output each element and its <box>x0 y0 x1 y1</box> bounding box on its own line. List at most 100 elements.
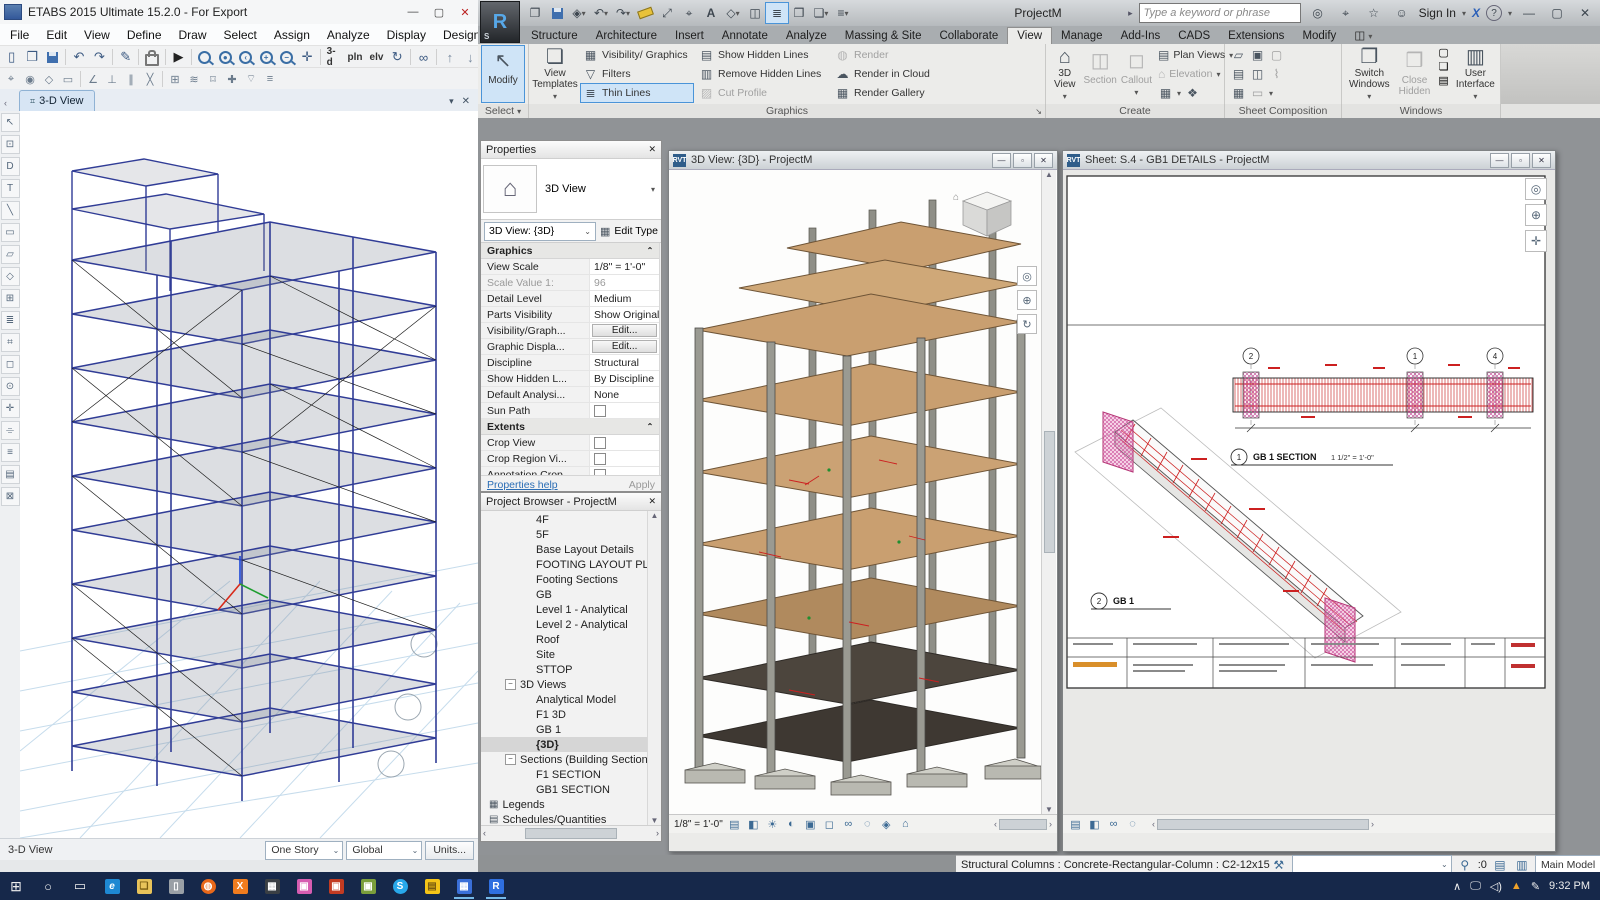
tab-views-icon[interactable]: ▢ <box>1436 46 1450 59</box>
menu-analyze[interactable]: Analyze <box>327 28 370 42</box>
tab-close-icon[interactable]: ✕ <box>462 96 470 107</box>
tab-insert[interactable]: Insert <box>666 28 713 44</box>
task-view-button[interactable]: ▭ <box>67 873 93 899</box>
cascade-icon[interactable]: ▤ <box>1436 74 1450 87</box>
zoom-previous-icon[interactable]: ‹ <box>236 48 255 67</box>
edit-type-button[interactable]: Edit Type <box>614 225 658 237</box>
browser-item[interactable]: Analytical Model <box>481 692 647 707</box>
browser-hscrollbar[interactable]: ‹› <box>481 825 661 840</box>
draw-wall-icon[interactable]: ≣ <box>1 311 20 330</box>
options-icon[interactable]: ≡ <box>261 70 279 89</box>
view3d-vscrollbar[interactable]: ▲▼ <box>1041 170 1056 814</box>
undo-icon[interactable]: ↶ <box>69 48 88 67</box>
windows-panel-label[interactable]: Windows <box>1342 104 1501 118</box>
schedules-button[interactable]: ▦▾❖ <box>1156 84 1220 102</box>
shadows-icon[interactable]: ◐ <box>784 817 799 831</box>
render-in-cloud-button[interactable]: ☁Render in Cloud <box>833 65 951 83</box>
visual-style-icon[interactable]: ◧ <box>1087 817 1102 831</box>
menu-assign[interactable]: Assign <box>274 28 310 42</box>
menu-draw[interactable]: Draw <box>179 28 207 42</box>
draw-pencil-icon[interactable]: ✎ <box>116 48 135 67</box>
zoom-all-icon[interactable]: ● <box>216 48 235 67</box>
draw-link-icon[interactable]: ✛ <box>1 399 20 418</box>
draw-section-icon[interactable]: ▤ <box>1 465 20 484</box>
draw-text-icon[interactable]: T <box>1 179 20 198</box>
tab-architecture[interactable]: Architecture <box>587 28 666 44</box>
graphics-panel-label[interactable]: Graphics↘ <box>529 104 1046 118</box>
etabs-close-button[interactable]: ✕ <box>452 3 478 21</box>
collapse-icon[interactable]: − <box>505 679 516 690</box>
prop-value[interactable]: Structural <box>589 355 659 370</box>
browser-item-3d-current[interactable]: {3D} <box>481 737 647 752</box>
draw-rect-area-icon[interactable]: ◻ <box>1 355 20 374</box>
menu-design[interactable]: Design <box>443 28 480 42</box>
run-analysis-icon[interactable]: ▶ <box>169 48 188 67</box>
revit-close-button[interactable]: ✕ <box>1574 3 1596 23</box>
snap-parallel-icon[interactable]: ∥ <box>122 70 140 89</box>
tab-scroll-left-icon[interactable]: ‹ <box>4 98 7 108</box>
reveal-hidden-icon[interactable]: ◌ <box>1125 817 1140 831</box>
tab-dropdown-icon[interactable]: ▾ <box>449 96 454 107</box>
qat-open-icon[interactable]: ❐ <box>524 3 546 23</box>
start-button[interactable]: ⊞ <box>3 873 29 899</box>
qat-switch-windows-icon[interactable]: ❏▾ <box>810 3 832 23</box>
draw-frame-icon[interactable]: ▭ <box>1 223 20 242</box>
revit-3d-model[interactable]: ⌂ <box>669 170 1041 814</box>
tab-structure[interactable]: Structure <box>522 28 587 44</box>
etabs-3d-viewport[interactable] <box>20 111 478 838</box>
elevation-view-icon[interactable]: elv <box>367 48 387 67</box>
menu-view[interactable]: View <box>84 28 110 42</box>
view3d-hscrollbar[interactable]: ‹› <box>994 819 1052 830</box>
edit-button[interactable]: Edit... <box>592 324 657 337</box>
switch-windows-button[interactable]: ❐ Switch Windows▾ <box>1346 46 1393 102</box>
ribbon-display-toggle-icon[interactable]: ◫ ▾ <box>1345 26 1381 44</box>
view3d-close-button[interactable]: ✕ <box>1034 153 1053 168</box>
apply-button[interactable]: Apply <box>629 479 655 491</box>
qat-aligned-dimension-icon[interactable]: ⤢ <box>656 3 678 23</box>
draw-dimension-icon[interactable]: ⌯ <box>1 421 20 440</box>
menu-file[interactable]: File <box>10 28 29 42</box>
taskbar-edge-icon[interactable]: e <box>99 873 125 899</box>
create-panel-label[interactable]: Create <box>1046 104 1225 118</box>
zoom-tool-icon[interactable]: ⊕ <box>1017 290 1037 310</box>
taskbar-etabs-icon[interactable]: ▦ <box>451 873 477 899</box>
taskbar-app-green-icon[interactable]: ▣ <box>355 873 381 899</box>
tray-shield-icon[interactable]: ▲ <box>1511 880 1522 892</box>
sun-path-icon[interactable]: ☀ <box>765 817 780 831</box>
help-icon[interactable]: ? <box>1486 5 1502 21</box>
graphics-section-header[interactable]: Graphics⌃ <box>481 243 659 259</box>
browser-item[interactable]: STTOP <box>481 662 647 677</box>
zoom-in-icon[interactable]: + <box>256 48 275 67</box>
qat-undo-icon[interactable]: ↶▾ <box>590 3 612 23</box>
analytical-model-icon[interactable]: ◈ <box>879 817 894 831</box>
plan-view-icon[interactable]: pln <box>345 48 366 67</box>
sheet-restore-button[interactable]: ▫ <box>1511 153 1530 168</box>
elevation-button[interactable]: ⌂Elevation▾ <box>1156 65 1220 83</box>
communication-center-icon[interactable]: ⌖ <box>1335 3 1357 23</box>
cortana-search-button[interactable]: ○ <box>35 873 61 899</box>
extents-section-header[interactable]: Extents⌃ <box>481 419 659 435</box>
annotation-crop-checkbox[interactable] <box>594 469 606 476</box>
temporary-hide-icon[interactable]: ∞ <box>841 817 856 831</box>
revit-maximize-button[interactable]: ▢ <box>1546 3 1568 23</box>
qat-measure-icon[interactable] <box>634 3 656 23</box>
steering-wheel-icon[interactable]: ◎ <box>1525 178 1547 200</box>
constraints-icon[interactable]: ⌂ <box>898 817 913 831</box>
temporary-hide-icon[interactable]: ∞ <box>1106 817 1121 831</box>
editable-only-icon[interactable]: ⚲ <box>1456 858 1474 872</box>
redo-icon[interactable]: ↷ <box>90 48 109 67</box>
menu-select[interactable]: Select <box>224 28 257 42</box>
properties-close-icon[interactable]: ✕ <box>648 144 656 155</box>
browser-item[interactable]: GB <box>481 587 647 602</box>
browser-item[interactable]: F1 SECTION <box>481 767 647 782</box>
infocenter-collapse-icon[interactable]: ▸ <box>1128 8 1133 19</box>
taskbar-store-icon[interactable]: ▯ <box>163 873 189 899</box>
tab-cads[interactable]: CADS <box>1169 28 1219 44</box>
browser-item[interactable]: GB1 SECTION <box>481 782 647 797</box>
browser-item[interactable]: F1 3D <box>481 707 647 722</box>
etabs-maximize-button[interactable]: ▢ <box>426 3 452 21</box>
snap-grid-icon[interactable]: ⌖ <box>2 70 20 89</box>
pan-tool-icon[interactable]: ✛ <box>1525 230 1547 252</box>
qat-customize-icon[interactable]: ≡▾ <box>832 3 854 23</box>
browser-node-legends[interactable]: ▦Legends <box>481 797 647 812</box>
